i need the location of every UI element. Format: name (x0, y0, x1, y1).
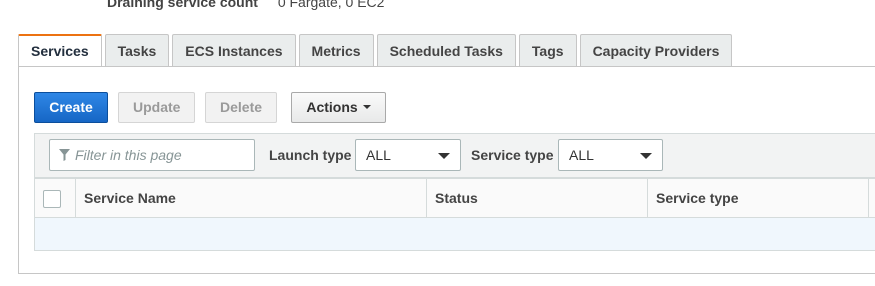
column-header-status[interactable]: Status (426, 179, 647, 217)
launch-type-select[interactable]: ALL (355, 139, 461, 171)
tab-metrics[interactable]: Metrics (298, 34, 374, 67)
table-header: Service Name Status Service type (34, 178, 875, 218)
chevron-down-icon (438, 153, 450, 159)
chevron-down-icon (640, 153, 652, 159)
create-button[interactable]: Create (34, 92, 108, 123)
filter-search-box[interactable] (49, 139, 255, 171)
column-header-overflow (868, 179, 875, 217)
filter-input[interactable] (73, 140, 251, 170)
actions-label: Actions (306, 99, 358, 115)
actions-button[interactable]: Actions (291, 92, 386, 123)
caret-down-icon (362, 105, 371, 110)
launch-type-value: ALL (366, 147, 391, 163)
tab-ecs-instances[interactable]: ECS Instances (172, 34, 296, 67)
tab-tasks[interactable]: Tasks (104, 34, 170, 67)
select-all-cell (35, 179, 75, 217)
cluster-tabs: Services Tasks ECS Instances Metrics Sch… (18, 34, 733, 68)
tab-tags[interactable]: Tags (518, 34, 577, 67)
column-header-service-type[interactable]: Service type (647, 179, 868, 217)
delete-button[interactable]: Delete (205, 92, 277, 123)
summary-label: Draining service count (107, 0, 258, 10)
funnel-icon (59, 149, 70, 161)
tab-services[interactable]: Services (18, 34, 102, 68)
tab-scheduled-tasks[interactable]: Scheduled Tasks (376, 34, 516, 67)
tab-capacity-providers[interactable]: Capacity Providers (579, 34, 733, 67)
draining-service-count: Draining service count 0 Fargate, 0 EC2 (107, 0, 384, 12)
service-type-select[interactable]: ALL (558, 139, 663, 171)
launch-type-label: Launch type (269, 147, 352, 163)
summary-value: 0 Fargate, 0 EC2 (277, 0, 385, 10)
service-type-value: ALL (569, 147, 594, 163)
column-header-service-name[interactable]: Service Name (75, 179, 426, 217)
update-button[interactable]: Update (118, 92, 195, 123)
service-type-label: Service type (471, 147, 554, 163)
select-all-checkbox[interactable] (43, 190, 61, 208)
table-empty-row (34, 218, 875, 251)
